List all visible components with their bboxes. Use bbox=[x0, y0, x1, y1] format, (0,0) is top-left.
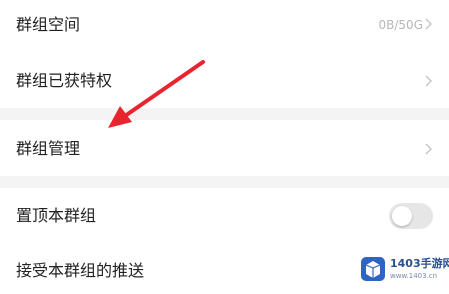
watermark-logo-icon bbox=[361, 257, 385, 281]
group-space-row[interactable]: 群组空间 0B/50G bbox=[0, 0, 449, 52]
group-space-label: 群组空间 bbox=[16, 15, 81, 34]
watermark-subtext: www.1403.cn bbox=[390, 272, 438, 280]
site-watermark: 1403手游网 www.1403.cn bbox=[358, 252, 449, 286]
group-management-label: 群组管理 bbox=[16, 139, 81, 158]
pin-group-row: 置顶本群组 bbox=[0, 188, 449, 244]
section-divider bbox=[0, 176, 449, 188]
chevron-right-icon bbox=[425, 75, 432, 87]
group-privileges-row[interactable]: 群组已获特权 bbox=[0, 52, 449, 108]
receive-push-label: 接受本群组的推送 bbox=[16, 261, 145, 280]
watermark-text: 1403手游网 bbox=[390, 257, 449, 270]
toggle-knob bbox=[392, 206, 412, 226]
group-space-usage: 0B/50G bbox=[378, 18, 423, 32]
group-privileges-label: 群组已获特权 bbox=[16, 71, 113, 90]
section-divider bbox=[0, 108, 449, 120]
pin-group-toggle[interactable] bbox=[389, 203, 433, 229]
chevron-right-icon bbox=[425, 18, 432, 30]
group-management-row[interactable]: 群组管理 bbox=[0, 120, 449, 176]
pin-group-label: 置顶本群组 bbox=[16, 206, 97, 225]
chevron-right-icon bbox=[425, 143, 432, 155]
